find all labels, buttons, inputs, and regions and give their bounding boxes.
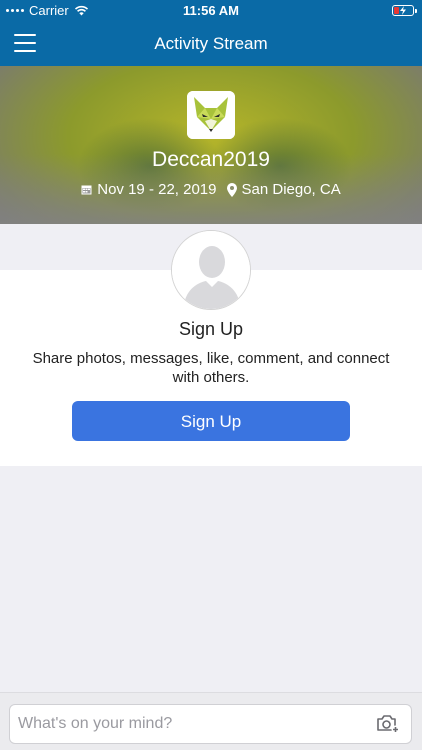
charging-bolt-icon	[400, 6, 406, 15]
status-time: 11:56 AM	[183, 3, 239, 18]
navigation-bar: Activity Stream	[0, 22, 422, 66]
battery-icon	[392, 5, 417, 16]
page-title: Activity Stream	[154, 34, 268, 53]
whats-on-your-mind-input[interactable]	[9, 704, 412, 744]
post-composer	[0, 692, 422, 750]
event-header: Deccan2019 Nov 19 - 22, 2019 San Diego, …	[0, 66, 422, 224]
event-location-label: San Diego, CA	[241, 181, 341, 198]
status-bar: Carrier 11:56 AM	[0, 0, 422, 22]
fox-logo-icon	[187, 91, 235, 139]
event-meta: Nov 19 - 22, 2019 San Diego, CA	[0, 181, 422, 198]
event-location: San Diego, CA	[226, 181, 341, 198]
location-pin-icon	[226, 182, 237, 197]
sign-up-button[interactable]: Sign Up	[72, 401, 350, 441]
event-dates-label: Nov 19 - 22, 2019	[97, 181, 217, 198]
person-placeholder-icon	[171, 230, 251, 310]
calendar-icon	[81, 185, 92, 195]
signup-description: Share photos, messages, like, comment, a…	[32, 350, 390, 386]
camera-add-icon[interactable]	[376, 714, 400, 734]
event-dates: Nov 19 - 22, 2019	[81, 181, 217, 198]
event-name: Deccan2019	[152, 148, 270, 171]
signup-title: Sign Up	[178, 319, 244, 339]
